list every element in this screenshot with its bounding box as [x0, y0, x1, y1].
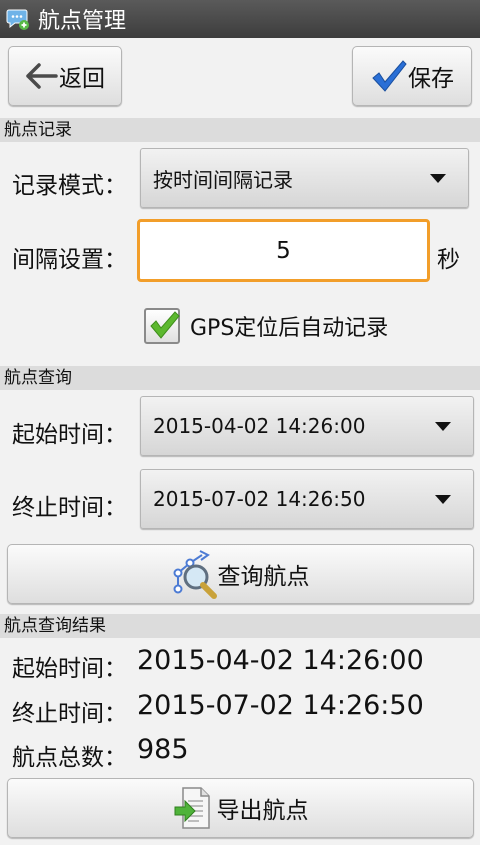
gps-auto-record-label: GPS定位后自动记录 — [190, 316, 389, 341]
result-end-label: 终止时间： — [12, 701, 127, 727]
query-waypoints-label: 查询航点 — [217, 564, 310, 590]
back-arrow-icon — [26, 63, 58, 89]
interval-value: 5 — [276, 237, 291, 264]
interval-unit: 秒 — [437, 247, 460, 273]
back-button-label: 返回 — [59, 66, 105, 92]
title-bar: 航点管理 — [0, 0, 480, 38]
query-start-value: 2015-04-02 14:26:00 — [153, 414, 366, 438]
back-button[interactable]: 返回 — [8, 46, 122, 106]
interval-input[interactable]: 5 — [137, 219, 430, 282]
record-mode-value: 按时间间隔记录 — [153, 167, 293, 192]
dropdown-arrow-icon — [430, 174, 446, 183]
save-button-label: 保存 — [408, 66, 454, 92]
query-waypoints-button[interactable]: 查询航点 — [7, 544, 474, 604]
query-waypoint-icon — [173, 550, 217, 599]
section-header-result: 航点查询结果 — [0, 614, 480, 638]
export-waypoints-button[interactable]: 导出航点 — [7, 778, 474, 838]
query-end-value: 2015-07-02 14:26:50 — [153, 487, 366, 511]
app-icon — [6, 9, 29, 30]
result-end-value: 2015-07-02 14:26:50 — [137, 690, 424, 721]
result-count-label: 航点总数： — [12, 745, 127, 771]
check-icon — [150, 311, 180, 339]
section-header-query: 航点查询 — [0, 366, 480, 390]
section-header-record: 航点记录 — [0, 118, 480, 142]
gps-auto-record-option[interactable]: GPS定位后自动记录 — [144, 308, 388, 344]
record-mode-select[interactable]: 按时间间隔记录 — [140, 148, 469, 208]
save-button[interactable]: 保存 — [352, 46, 472, 106]
result-start-value: 2015-04-02 14:26:00 — [137, 645, 424, 676]
export-document-icon — [174, 787, 210, 829]
interval-label: 间隔设置： — [12, 247, 127, 273]
query-start-select[interactable]: 2015-04-02 14:26:00 — [140, 396, 474, 456]
query-end-label: 终止时间： — [12, 495, 127, 521]
dropdown-arrow-icon — [435, 495, 451, 504]
export-waypoints-label: 导出航点 — [216, 798, 309, 824]
query-end-select[interactable]: 2015-07-02 14:26:50 — [140, 469, 474, 529]
page-title: 航点管理 — [38, 9, 127, 34]
result-count-value: 985 — [137, 734, 189, 765]
record-mode-label: 记录模式： — [12, 173, 127, 199]
gps-auto-record-checkbox[interactable] — [144, 308, 180, 344]
dropdown-arrow-icon — [435, 422, 451, 431]
save-check-icon — [372, 60, 407, 92]
result-start-label: 起始时间： — [12, 656, 127, 682]
query-start-label: 起始时间： — [12, 422, 127, 448]
